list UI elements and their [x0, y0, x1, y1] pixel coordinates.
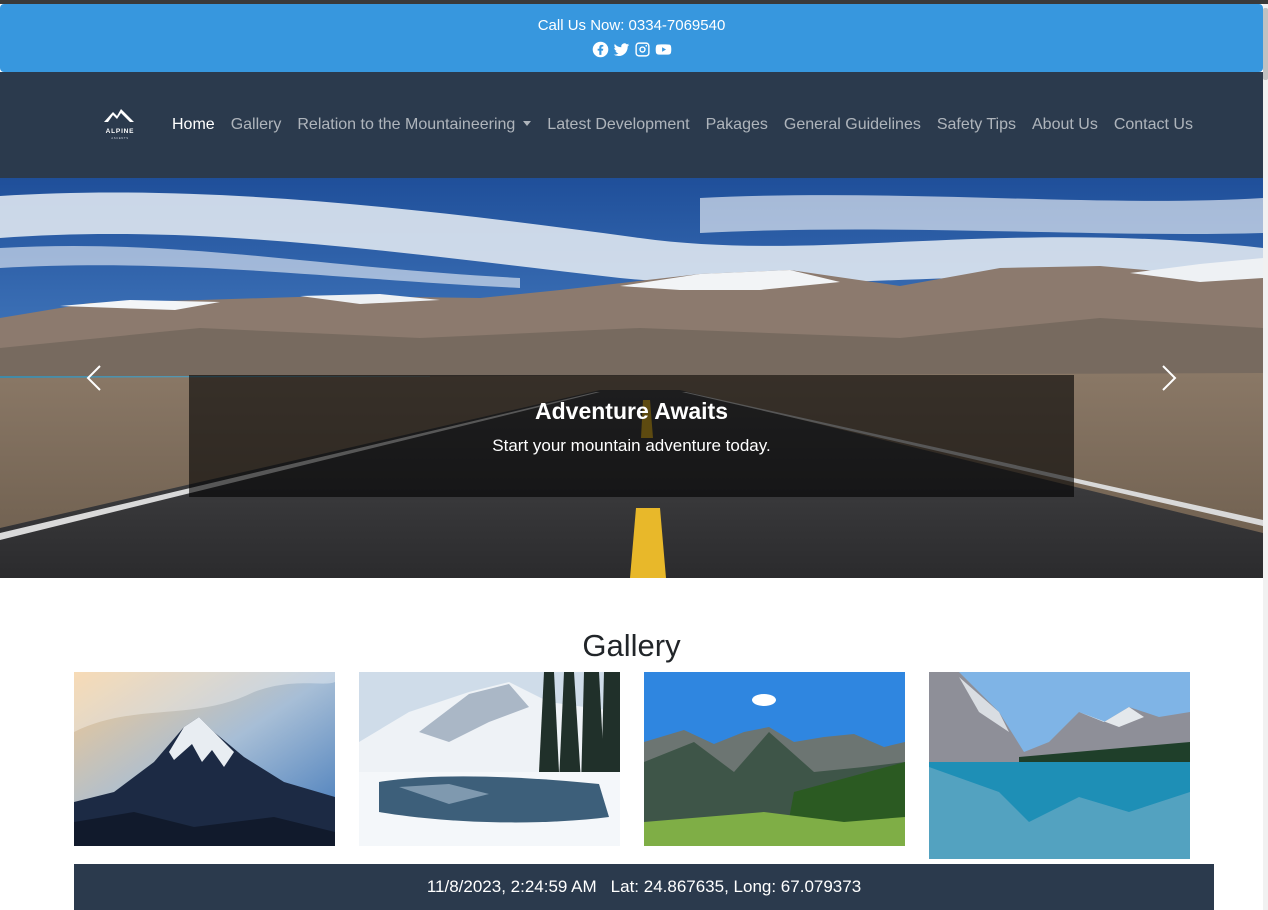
- carousel-caption: Adventure Awaits Start your mountain adv…: [189, 375, 1074, 497]
- scrollbar[interactable]: [1263, 4, 1268, 910]
- footer-datetime: 11/8/2023, 2:24:59 AM: [426, 877, 597, 896]
- alpine-logo[interactable]: ALPINE ASCENTS: [100, 106, 140, 144]
- nav-latest-development[interactable]: Latest Development: [539, 116, 697, 134]
- nav-about-us[interactable]: About Us: [1024, 116, 1106, 134]
- gallery-heading: Gallery: [582, 628, 681, 663]
- logo-subtext: ASCENTS: [111, 136, 128, 140]
- gallery-image-snowy-peak[interactable]: [74, 672, 335, 846]
- logo-text: ALPINE: [106, 128, 135, 135]
- twitter-icon[interactable]: [613, 41, 630, 58]
- hero-subtitle: Start your mountain adventure today.: [492, 436, 771, 455]
- hero-title: Adventure Awaits: [535, 398, 728, 424]
- gallery-image-alpine-valley[interactable]: [644, 672, 905, 846]
- contact-bar: Call Us Now: 0334-7069540: [0, 4, 1263, 72]
- nav-relation-dropdown[interactable]: Relation to the Mountaineering: [289, 116, 539, 134]
- nav-general-guidelines[interactable]: General Guidelines: [776, 116, 929, 134]
- nav-safety-tips[interactable]: Safety Tips: [929, 116, 1024, 134]
- nav-home[interactable]: Home: [164, 116, 223, 134]
- nav-relation-label: Relation to the Mountaineering: [297, 116, 516, 133]
- scrollbar-thumb[interactable]: [1263, 8, 1268, 80]
- carousel-prev-button[interactable]: [80, 363, 110, 393]
- social-links: [0, 41, 1263, 58]
- nav-gallery[interactable]: Gallery: [223, 116, 290, 134]
- instagram-icon[interactable]: [634, 41, 651, 58]
- hero-carousel: Adventure Awaits Start your mountain adv…: [0, 178, 1263, 578]
- footer-bar: 11/8/2023, 2:24:59 AM Lat: 24.867635, Lo…: [74, 864, 1214, 910]
- gallery-image-winter-forest[interactable]: [359, 672, 620, 846]
- main-navbar: ALPINE ASCENTS Home Gallery Relation to …: [0, 72, 1263, 178]
- nav-contact-us[interactable]: Contact Us: [1106, 116, 1201, 134]
- nav-packages[interactable]: Pakages: [698, 116, 776, 134]
- chevron-right-icon: [1162, 365, 1177, 391]
- facebook-icon[interactable]: [592, 41, 609, 58]
- gallery-image-mountain-lake[interactable]: [929, 672, 1190, 859]
- caret-down-icon: [523, 121, 532, 126]
- carousel-next-button[interactable]: [1153, 363, 1183, 393]
- footer-location: Lat: 24.867635, Long: 67.079373: [610, 877, 862, 896]
- call-us-text: Call Us Now: 0334-7069540: [537, 17, 726, 34]
- youtube-icon[interactable]: [655, 41, 672, 58]
- nav-menu: Home Gallery Relation to the Mountaineer…: [164, 72, 1201, 178]
- chevron-left-icon: [86, 365, 101, 391]
